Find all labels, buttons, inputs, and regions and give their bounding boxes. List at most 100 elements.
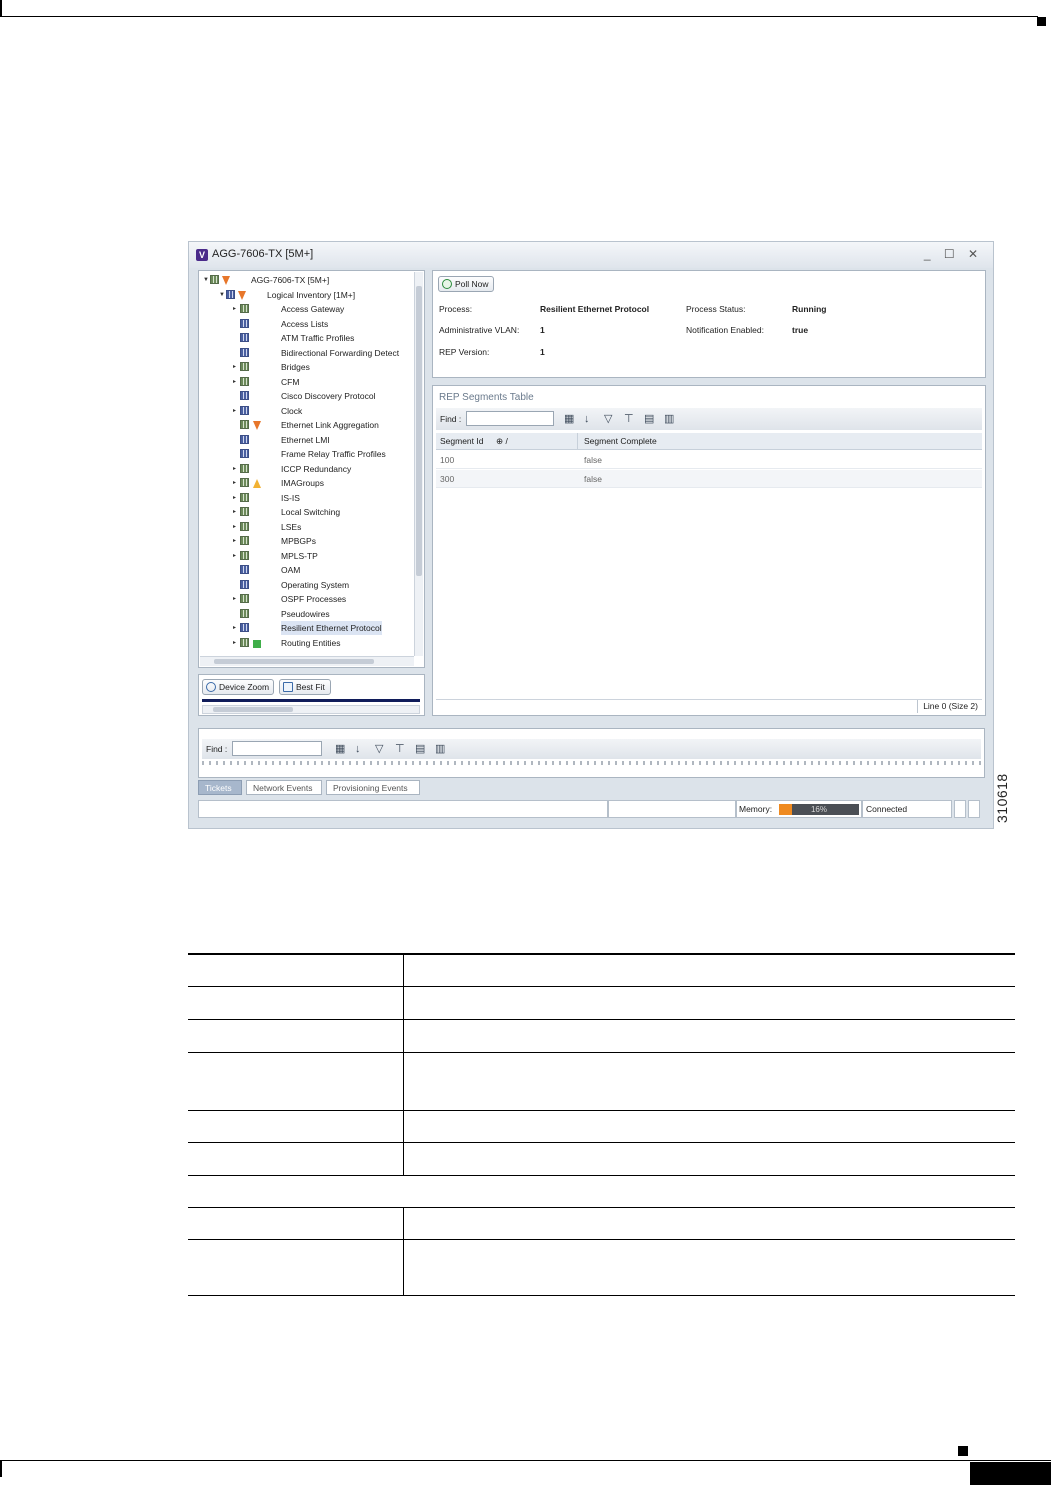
- table-column-divider: [403, 954, 404, 1176]
- magnifier-icon: [206, 682, 216, 692]
- footer-tick: [0, 1461, 2, 1477]
- tab-provisioning-events[interactable]: Provisioning Events: [326, 780, 420, 795]
- inventory-node-icon: [240, 347, 249, 357]
- footer-marker: [958, 1446, 968, 1456]
- tree-item-label: IMAGroups: [281, 478, 324, 488]
- connection-cell: Connected: [862, 800, 952, 818]
- rep-table-header: Segment Id ⊕ / Segment Complete: [436, 433, 982, 450]
- columns-icon[interactable]: ▤: [415, 743, 425, 755]
- device-icon: [210, 275, 219, 284]
- expand-arrow-icon[interactable]: ▸: [233, 534, 239, 548]
- filter-icon[interactable]: ▽: [375, 743, 383, 755]
- page-number-box: [970, 1462, 1051, 1485]
- rep-version-value: 1: [540, 347, 545, 357]
- expand-arrow-icon[interactable]: ▸: [233, 360, 239, 374]
- properties-panel: Poll Now Process: Resilient Ethernet Pro…: [432, 270, 986, 378]
- scroll-thumb[interactable]: [213, 707, 293, 712]
- refresh-table-icon[interactable]: ▥: [435, 743, 445, 755]
- expand-arrow-icon[interactable]: ▸: [233, 621, 239, 635]
- events-find-input[interactable]: [232, 741, 322, 756]
- expand-arrow-icon[interactable]: ▸: [233, 462, 239, 476]
- segment-id-cell: 100: [440, 455, 455, 465]
- tree-item-label: Routing Entities: [281, 637, 341, 648]
- status-divider: [917, 700, 918, 713]
- vision-logo-icon: V: [196, 249, 208, 261]
- sort-icon[interactable]: ↓: [355, 743, 361, 755]
- expand-arrow-icon[interactable]: ▸: [233, 520, 239, 534]
- expand-arrow-icon[interactable]: ▼: [203, 273, 209, 287]
- tree-item-label: ATM Traffic Profiles: [281, 333, 355, 343]
- tab-network-events[interactable]: Network Events: [246, 780, 322, 795]
- tree-vertical-scrollbar[interactable]: [414, 272, 423, 656]
- status-indicator-cell: [954, 800, 966, 818]
- segment-complete-header[interactable]: Segment Complete: [584, 436, 657, 446]
- tree-horizontal-scrollbar[interactable]: [200, 656, 414, 666]
- expand-arrow-icon[interactable]: ▸: [233, 505, 239, 519]
- poll-now-label: Poll Now: [455, 279, 489, 289]
- process-status-value: Running: [792, 304, 827, 314]
- table-rule: [188, 1110, 1015, 1111]
- advanced-filter-icon[interactable]: ⊤: [395, 743, 405, 755]
- window-controls[interactable]: _ ☐ ✕: [924, 247, 983, 261]
- best-fit-button[interactable]: Best Fit: [279, 679, 331, 695]
- tree-item-label: CFM: [281, 376, 300, 387]
- scroll-thumb[interactable]: [214, 659, 374, 664]
- expand-arrow-icon[interactable]: ▸: [233, 491, 239, 505]
- expand-arrow-icon[interactable]: ▼: [219, 288, 225, 302]
- sort-icon[interactable]: ↓: [584, 413, 590, 425]
- inventory-tree-panel: ▼ AGG-7606-TX [5M+] ▼ Logical Inventory …: [198, 270, 425, 668]
- rep-find-toolbar: Find : ▦ ↓ ▽ ⊤ ▤ ▥: [436, 408, 982, 430]
- table-rule: [188, 1239, 1015, 1240]
- tree-item-label: MPLS-TP: [281, 550, 318, 561]
- app-window: V AGG-7606-TX [5M+] _ ☐ ✕ ▼ AGG-7606-TX …: [188, 241, 994, 829]
- export-icon[interactable]: ▦: [335, 743, 345, 755]
- expand-arrow-icon[interactable]: ▸: [233, 592, 239, 606]
- table-row[interactable]: 300 false: [436, 470, 982, 488]
- column-divider[interactable]: [577, 433, 578, 450]
- tree-item-label: LSEs: [281, 521, 302, 532]
- memory-percent: 16%: [810, 805, 827, 814]
- figure-number: 310618: [994, 773, 1010, 823]
- warning-icon: [253, 478, 261, 488]
- inventory-node-icon: [240, 623, 249, 632]
- expand-arrow-icon[interactable]: ▸: [233, 404, 239, 418]
- notification-enabled-label: Notification Enabled:: [686, 325, 764, 335]
- tree-root-label: AGG-7606-TX [5M+]: [251, 275, 330, 285]
- expand-arrow-icon[interactable]: ▸: [233, 549, 239, 563]
- poll-now-button[interactable]: Poll Now: [438, 276, 494, 292]
- filter-icon[interactable]: ▽: [604, 413, 612, 425]
- events-find-toolbar: Find : ▦ ↓ ▽ ⊤ ▤ ▥: [202, 739, 981, 759]
- alarm-orange-icon: [222, 275, 230, 285]
- columns-icon[interactable]: ▤: [644, 413, 654, 425]
- expand-arrow-icon[interactable]: ▸: [233, 302, 239, 316]
- advanced-filter-icon[interactable]: ⊤: [624, 413, 634, 425]
- inventory-node-icon: [240, 304, 249, 313]
- export-icon[interactable]: ▦: [564, 413, 574, 425]
- zoom-scrollbar[interactable]: [202, 705, 420, 714]
- rep-find-input[interactable]: [466, 411, 554, 426]
- table-rule: [188, 1019, 1015, 1020]
- inventory-node-icon: [240, 521, 249, 531]
- expand-arrow-icon[interactable]: ▸: [233, 476, 239, 490]
- header-marker: [1037, 17, 1046, 26]
- alarm-orange-icon: [253, 420, 261, 430]
- tree-item-label: ICCP Redundancy: [281, 463, 352, 474]
- sort-indicator-icon[interactable]: ⊕ /: [496, 436, 508, 447]
- rep-table-status: Line 0 (Size 2): [436, 699, 982, 713]
- table-row[interactable]: 100 false: [436, 451, 982, 469]
- inventory-node-icon: [240, 420, 249, 429]
- refresh-table-icon[interactable]: ▥: [664, 413, 674, 425]
- tree-item-label: Frame Relay Traffic Profiles: [281, 449, 386, 459]
- best-fit-label: Best Fit: [296, 682, 325, 692]
- segment-id-cell: 300: [440, 474, 455, 484]
- expand-arrow-icon[interactable]: ▸: [233, 636, 239, 650]
- device-zoom-button[interactable]: Device Zoom: [202, 679, 274, 695]
- notification-enabled-value: true: [792, 325, 809, 335]
- tree-item-label: MPBGPs: [281, 536, 316, 546]
- expand-arrow-icon[interactable]: ▸: [233, 375, 239, 389]
- scroll-thumb[interactable]: [416, 286, 422, 576]
- tab-tickets[interactable]: Tickets: [198, 780, 242, 795]
- inventory-node-icon: [240, 594, 249, 603]
- segment-id-header[interactable]: Segment Id: [440, 436, 483, 446]
- connection-status: Connected: [866, 804, 908, 814]
